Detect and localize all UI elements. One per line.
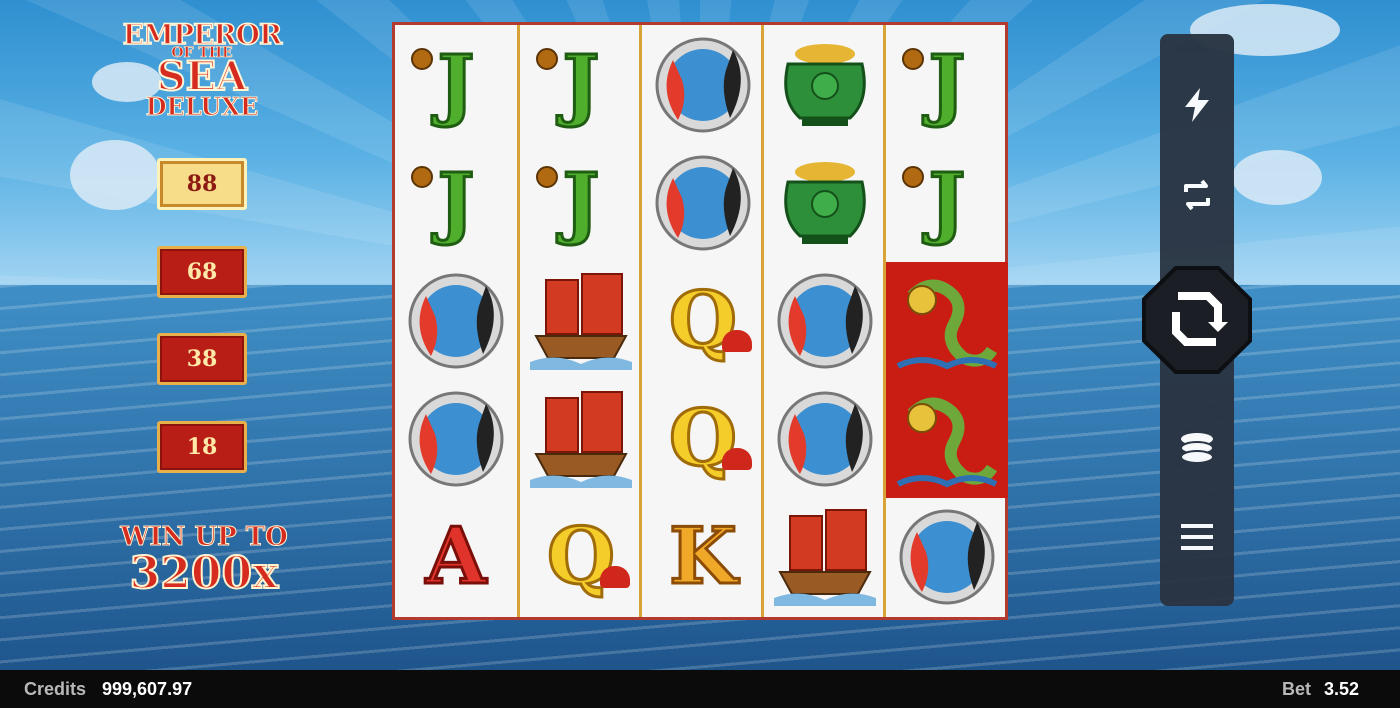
cloud-decoration [1232, 150, 1322, 205]
symbol-j: J [401, 148, 511, 258]
ways-option-68[interactable]: 68 [157, 246, 247, 298]
reel-cell: J [395, 144, 517, 262]
reel-4 [761, 25, 886, 617]
junk-ship-icon [770, 502, 880, 612]
symbol-q: Q [648, 384, 758, 494]
symbol-q: Q [526, 502, 636, 612]
koi-fish-icon [648, 30, 758, 140]
reel-cell [886, 498, 1008, 616]
coin-icon [902, 166, 924, 188]
fan-icon [600, 566, 630, 588]
reel-cell [395, 262, 517, 380]
menu-icon[interactable] [1160, 512, 1234, 562]
coin-icon [411, 166, 433, 188]
lightning-icon[interactable] [1160, 80, 1234, 130]
koi-fish-icon [770, 384, 880, 494]
reel-cell: J [395, 26, 517, 144]
symbol-j: J [892, 148, 1002, 258]
coins-stack-icon[interactable] [1160, 424, 1234, 474]
junk-ship-icon [526, 384, 636, 494]
symbol-a: A [401, 502, 511, 612]
reel-cell: A [395, 498, 517, 616]
symbol-letter: K [668, 511, 739, 602]
spin-icon [1172, 292, 1228, 346]
credits-label: Credits [24, 679, 87, 699]
cloud-decoration [70, 140, 160, 210]
symbol-letter: J [436, 157, 476, 248]
koi-fish-icon [892, 502, 1002, 612]
reel-cell: Q [642, 380, 764, 498]
credits-value: 999,607.97 [102, 679, 193, 699]
status-bar: Credits 999,607.97 Bet 3.52 [0, 670, 1400, 708]
reel-3: QQK [639, 25, 764, 617]
spin-button[interactable] [1142, 266, 1252, 374]
symbol-letter: A [424, 511, 488, 602]
reel-cell: Q [520, 498, 642, 616]
jade-pot-icon [770, 148, 880, 258]
coin-icon [536, 48, 558, 70]
reel-cell [642, 26, 764, 144]
fan-icon [722, 448, 752, 470]
reel-cell: Q [642, 262, 764, 380]
reel-cell: J [886, 26, 1008, 144]
symbol-letter: J [561, 157, 601, 248]
koi-fish-icon [401, 384, 511, 494]
reel-cell: J [520, 26, 642, 144]
reel-cell: J [520, 144, 642, 262]
ways-option-88[interactable]: 88 [157, 158, 247, 210]
reel-cell: K [642, 498, 764, 616]
symbol-j: J [892, 30, 1002, 140]
symbol-q: Q [648, 266, 758, 376]
dragon-wild-icon [892, 384, 1002, 494]
reel-cell [886, 380, 1008, 498]
symbol-k: K [648, 502, 758, 612]
symbol-letter: J [927, 157, 967, 248]
koi-fish-icon [401, 266, 511, 376]
logo-text: DELUXE [145, 92, 259, 122]
reel-cell: J [886, 144, 1008, 262]
coin-icon [902, 48, 924, 70]
reel-cell [520, 262, 642, 380]
reel-5: JJ [883, 25, 1008, 617]
reel-cell [886, 262, 1008, 380]
jade-pot-icon [770, 30, 880, 140]
game-logo: EMPEROR OF THE SEA DELUXE [118, 17, 286, 122]
reel-cell [642, 144, 764, 262]
dragon-wild-icon [892, 266, 1002, 376]
promo-value: 3200x [129, 547, 280, 600]
bet-label: Bet [1282, 679, 1312, 699]
max-win-promo: WIN UP TO 3200x [104, 522, 304, 601]
reel-cell [764, 380, 886, 498]
symbol-j: J [401, 30, 511, 140]
reel-cell [395, 380, 517, 498]
bet-value: 3.52 [1324, 679, 1360, 699]
reel-grid[interactable]: JJA JJQ QQK JJ [392, 22, 1008, 620]
reel-1: JJ A [395, 25, 517, 617]
fan-icon [722, 330, 752, 352]
symbol-letter: J [436, 39, 476, 130]
symbol-j: J [526, 148, 636, 258]
reel-cell [764, 26, 886, 144]
koi-fish-icon [770, 266, 880, 376]
symbol-letter: J [927, 39, 967, 130]
symbol-letter: J [561, 39, 601, 130]
koi-fish-icon [648, 148, 758, 258]
reel-cell [764, 144, 886, 262]
coin-icon [411, 48, 433, 70]
reel-2: JJ Q [517, 25, 642, 617]
symbol-j: J [526, 30, 636, 140]
ways-option-18[interactable]: 18 [157, 421, 247, 473]
autoplay-icon[interactable] [1160, 170, 1234, 220]
ways-option-38[interactable]: 38 [157, 333, 247, 385]
reel-cell [764, 262, 886, 380]
reel-cell [764, 498, 886, 616]
coin-icon [536, 166, 558, 188]
junk-ship-icon [526, 266, 636, 376]
reel-cell [520, 380, 642, 498]
